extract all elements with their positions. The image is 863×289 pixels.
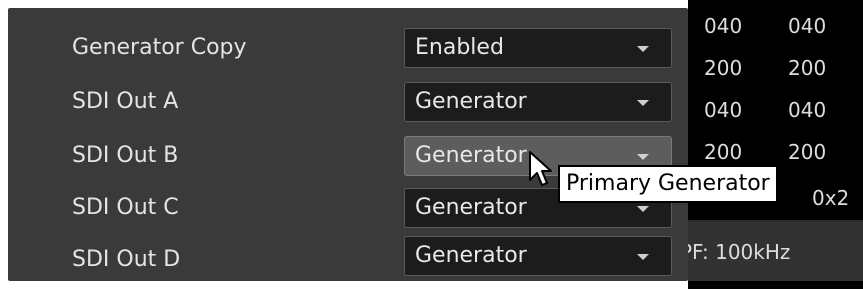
readout-value: 200 [704, 140, 743, 164]
sdi-out-b-label: SDI Out B [72, 143, 179, 168]
readout-value: 200 [704, 56, 743, 80]
readout-footer-bar: PF: 100kHz [688, 222, 863, 281]
sdi-out-a-label: SDI Out A [72, 89, 179, 114]
tooltip: Primary Generator [558, 165, 778, 203]
screen: 040 040 200 200 040 040 200 200 0x2 PF: … [0, 0, 863, 289]
dropdown-value: Generator [415, 143, 527, 168]
generator-copy-dropdown[interactable]: Enabled [404, 28, 672, 68]
chevron-down-icon [637, 100, 649, 106]
settings-panel: Generator Copy Enabled SDI Out A Generat… [8, 8, 688, 281]
generator-copy-label: Generator Copy [72, 35, 247, 60]
readout-value: 200 [788, 140, 827, 164]
readout-value: 040 [704, 14, 743, 38]
readout-footer: PF: 100kHz [688, 240, 791, 264]
dropdown-value: Generator [415, 195, 527, 220]
dropdown-value: Enabled [415, 35, 504, 60]
chevron-down-icon [637, 206, 649, 212]
chevron-down-icon [637, 254, 649, 260]
sdi-out-d-dropdown[interactable]: Generator [404, 236, 672, 276]
readout-value: 040 [788, 14, 827, 38]
chevron-down-icon [637, 46, 649, 52]
dropdown-value: Generator [415, 243, 527, 268]
readout-value: 040 [704, 98, 743, 122]
sdi-out-d-label: SDI Out D [72, 247, 181, 272]
sdi-out-a-dropdown[interactable]: Generator [404, 82, 672, 122]
chevron-down-icon [637, 154, 649, 160]
background-readout: 040 040 200 200 040 040 200 200 0x2 PF: … [688, 0, 863, 289]
readout-partial: 0x2 [812, 186, 850, 210]
dropdown-value: Generator [415, 89, 527, 114]
sdi-out-c-label: SDI Out C [72, 195, 179, 220]
mouse-pointer-icon [529, 151, 552, 186]
readout-value: 040 [788, 98, 827, 122]
readout-value: 200 [788, 56, 827, 80]
